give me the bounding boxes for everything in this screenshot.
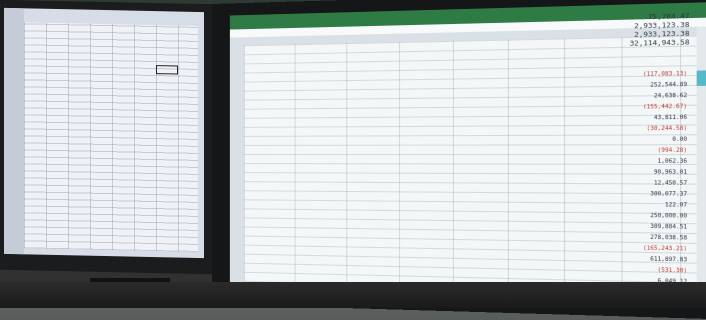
column-value-cell: (30,244.58): [646, 125, 688, 133]
column-value-cell: 250,000.00: [650, 212, 688, 220]
left-selected-cell: [156, 65, 178, 75]
column-value-cell: (117,083.13): [642, 70, 688, 78]
column-value-cell: 90,963.01: [653, 169, 688, 176]
side-panel-highlight: [696, 70, 706, 86]
column-value-cell: 0.00: [672, 136, 688, 144]
column-value-cell: 278,038.58: [650, 234, 688, 242]
cell-values: 75,704.47 2,933,123.38 2,933,123.38 32,114,…: [244, 12, 697, 304]
column-value-cell: 252,544.89: [650, 81, 688, 89]
column-value-cell: 12,450.57: [653, 180, 688, 187]
desk: [0, 282, 706, 308]
column-value-cell: 24,638.62: [653, 92, 688, 100]
row-header: [229, 45, 244, 291]
column-value-cell: 309,884.51: [650, 223, 688, 231]
column-value-cell: 1,062.36: [657, 158, 688, 165]
left-monitor-screen: [4, 7, 204, 259]
column-value-cell: (155,442.67): [642, 103, 688, 111]
column-value-cell: (531.30): [657, 267, 688, 275]
column-value-cell: 43,811.06: [653, 114, 688, 122]
column-value-cell: 300,077.37: [650, 190, 688, 198]
left-spreadsheet-grid: [24, 22, 198, 252]
left-row-header: [4, 7, 24, 255]
photo-scene: 75,704.47 2,933,123.38 2,933,123.38 32,114,…: [0, 0, 706, 320]
side-panel: [696, 26, 706, 304]
left-monitor: [0, 0, 220, 275]
column-value-cell: (994.28): [657, 147, 688, 154]
column-value-cell: (165,243.21): [642, 245, 688, 253]
column-value-cell: 611,897.83: [650, 256, 688, 264]
column-value-cell: 122.07: [664, 202, 688, 209]
right-monitor-screen: 75,704.47 2,933,123.38 2,933,123.38 32,114,…: [229, 1, 706, 304]
header-total-cell: 32,114,943.58: [629, 37, 690, 48]
right-monitor: 75,704.47 2,933,123.38 2,933,123.38 32,114,…: [212, 0, 706, 320]
